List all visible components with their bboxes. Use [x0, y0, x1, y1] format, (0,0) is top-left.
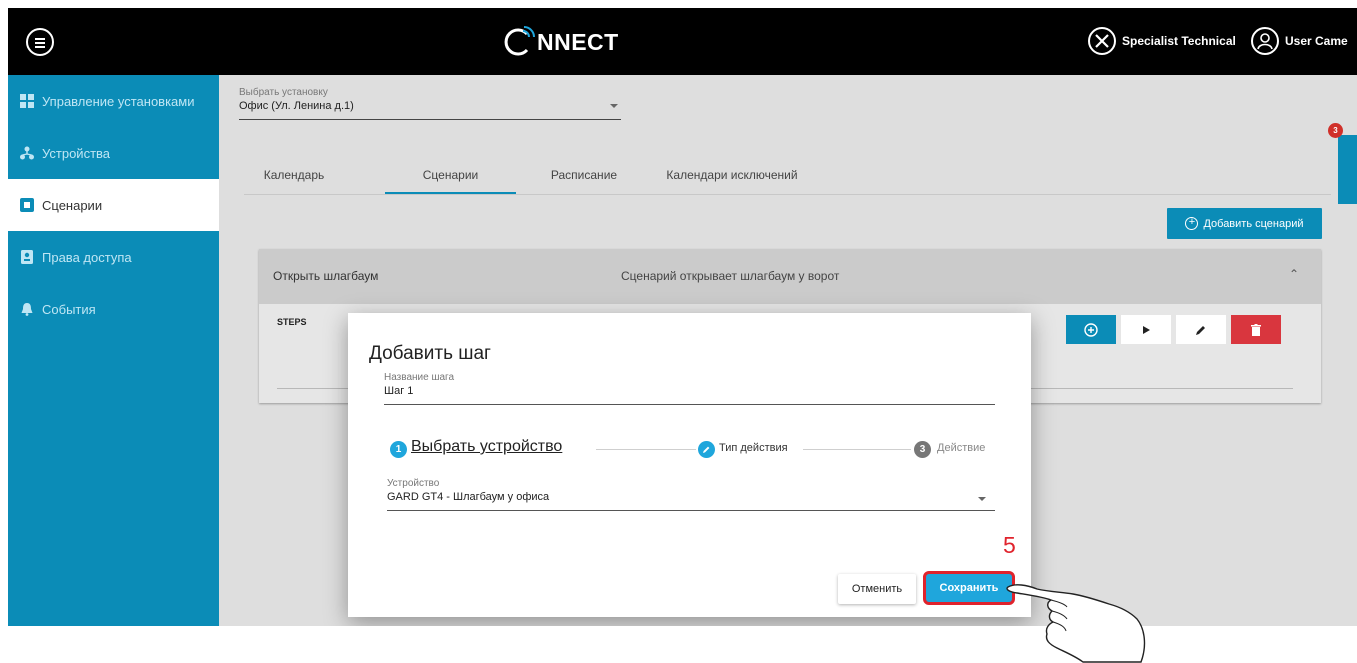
sidebar-item-access-rights[interactable]: Права доступа: [8, 231, 219, 283]
delete-scenario-button[interactable]: [1231, 315, 1281, 344]
user-icon: [1251, 27, 1279, 55]
notification-badge: 3: [1328, 123, 1343, 138]
sidebar-item-installations[interactable]: Управление установками: [8, 75, 219, 127]
step-name-input[interactable]: Шаг 1: [384, 385, 413, 397]
tab-calendar[interactable]: Календарь: [244, 153, 344, 194]
edit-scenario-button[interactable]: [1176, 315, 1226, 344]
tab-schedule[interactable]: Расписание: [534, 153, 634, 194]
network-icon: [20, 146, 34, 160]
connect-logo: NNECT: [503, 24, 619, 60]
badge-icon: [21, 250, 33, 264]
add-step-button[interactable]: [1066, 315, 1116, 344]
sidebar-item-label: Устройства: [42, 145, 111, 161]
top-bar: NNECT Specialist Technical User Came: [8, 8, 1357, 75]
save-button[interactable]: Сохранить: [923, 571, 1015, 605]
tab-exception-calendars[interactable]: Календари исключений: [652, 153, 812, 194]
cancel-button[interactable]: Отменить: [838, 574, 916, 604]
tools-icon: [1088, 27, 1116, 55]
specialist-label: Specialist Technical: [1122, 34, 1236, 48]
steps-label: STEPS: [277, 317, 307, 327]
logo-mark-icon: [504, 26, 535, 56]
tabs-bar: Календарь Сценарии Расписание Календари …: [244, 153, 1331, 195]
logo-text: NNECT: [537, 28, 619, 55]
sidebar-item-events[interactable]: События: [8, 283, 219, 335]
step-1-label[interactable]: Выбрать устройство: [411, 438, 562, 456]
device-select-value[interactable]: GARD GT4 - Шлагбаум у офиса: [387, 491, 549, 503]
run-scenario-button[interactable]: [1121, 315, 1171, 344]
add-step-dialog: Добавить шаг Название шага Шаг 1 1 Выбра…: [348, 313, 1031, 617]
user-label: User Came: [1285, 34, 1348, 48]
pointing-hand-icon: [1006, 584, 1146, 663]
scenario-description: Сценарий открывает шлагбаум у ворот: [621, 269, 840, 283]
sidebar-item-label: Сценарии: [42, 197, 103, 213]
sidebar-item-devices[interactable]: Устройства: [8, 127, 219, 179]
sidebar-item-label: Управление установками: [42, 93, 195, 109]
sidebar-item-label: Права доступа: [42, 249, 132, 265]
chevron-down-icon[interactable]: [610, 104, 618, 108]
scenario-icon: [20, 198, 34, 212]
specialist-menu[interactable]: Specialist Technical: [1088, 26, 1236, 56]
pencil-icon: [1196, 325, 1205, 335]
annotation-step-number: 5: [1003, 532, 1016, 558]
menu-icon[interactable]: [26, 28, 54, 56]
sidebar-item-scenarios[interactable]: Сценарии: [8, 179, 219, 231]
installation-select-value[interactable]: Офис (Ул. Ленина д.1): [239, 100, 354, 112]
add-scenario-button[interactable]: + Добавить сценарий: [1167, 208, 1322, 239]
plus-circle-icon: [1084, 322, 1098, 337]
dialog-title: Добавить шаг: [369, 343, 491, 364]
step-2-label: Тип действия: [719, 442, 788, 454]
step-3-label: Действие: [937, 442, 986, 454]
tab-scenarios[interactable]: Сценарии: [385, 153, 516, 194]
pencil-icon: [698, 441, 715, 458]
device-select-label: Устройство: [387, 478, 440, 489]
grid-icon: [20, 94, 34, 108]
play-icon: [1143, 325, 1150, 334]
app-window: NNECT Specialist Technical User Came Упр…: [8, 8, 1357, 626]
user-menu[interactable]: User Came: [1251, 26, 1348, 56]
sidebar-item-label: События: [42, 301, 96, 317]
bell-icon: [21, 303, 33, 316]
chevron-up-icon[interactable]: ⌃: [1289, 267, 1299, 281]
installation-select-label: Выбрать установку: [239, 87, 328, 98]
chevron-down-icon[interactable]: [978, 497, 986, 501]
step-3-indicator: 3: [914, 441, 931, 458]
add-scenario-label: Добавить сценарий: [1203, 217, 1304, 230]
step-name-label: Название шага: [384, 372, 455, 383]
side-panel-tab[interactable]: [1338, 135, 1357, 204]
scenario-title: Открыть шлагбаум: [273, 269, 379, 283]
plus-circle-icon: +: [1185, 217, 1199, 230]
trash-icon: [1251, 323, 1261, 336]
scenario-card-header[interactable]: Открыть шлагбаум Сценарий открывает шлаг…: [259, 249, 1321, 304]
step-1-indicator: 1: [390, 441, 407, 458]
sidebar: Управление установками Устройства Сценар…: [8, 75, 219, 626]
